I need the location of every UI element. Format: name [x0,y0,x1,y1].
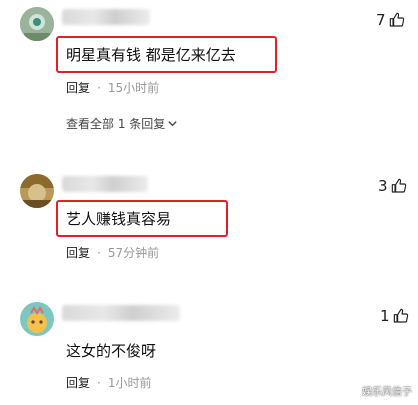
like-button[interactable]: 7 [376,11,405,29]
view-all-replies-button[interactable]: 查看全部 1 条回复 [66,115,178,132]
comment-text: 艺人赚钱真容易 [66,210,172,228]
comment-meta: 回复 · 57分钟前 [66,244,159,261]
view-all-replies-label: 查看全部 1 条回复 [66,117,166,131]
separator-dot: · [97,80,101,95]
thumbs-up-icon [393,308,408,323]
watermark: 娱乐风信子 [362,387,412,398]
like-count: 7 [376,11,386,29]
like-count: 1 [380,307,390,325]
separator-dot: · [97,245,101,260]
comment-text: 这女的不俊呀 [66,342,157,360]
reply-button[interactable]: 回复 [66,79,90,96]
username-blurred[interactable] [62,176,148,192]
like-button[interactable]: 1 [380,307,409,325]
timestamp: 57分钟前 [107,246,160,260]
avatar[interactable] [20,7,54,41]
avatar[interactable] [20,174,54,208]
username-blurred[interactable] [62,9,150,25]
comment-meta: 回复 · 1小时前 [66,374,151,391]
like-button[interactable]: 3 [378,177,407,195]
thumbs-up-icon [391,178,406,193]
avatar-image [20,302,54,336]
timestamp: 15小时前 [107,81,160,95]
comment-meta: 回复 · 15小时前 [66,79,159,96]
username-blurred[interactable] [62,305,180,321]
reply-button[interactable]: 回复 [66,374,90,391]
reply-button[interactable]: 回复 [66,244,90,261]
avatar[interactable] [20,302,54,336]
thumbs-up-icon [389,12,404,27]
timestamp: 1小时前 [107,376,152,390]
comment-text: 明星真有钱 都是亿来亿去 [66,46,236,64]
avatar-image [20,7,54,41]
separator-dot: · [97,375,101,390]
like-count: 3 [378,177,388,195]
chevron-down-icon [168,121,177,127]
avatar-image [20,174,54,208]
